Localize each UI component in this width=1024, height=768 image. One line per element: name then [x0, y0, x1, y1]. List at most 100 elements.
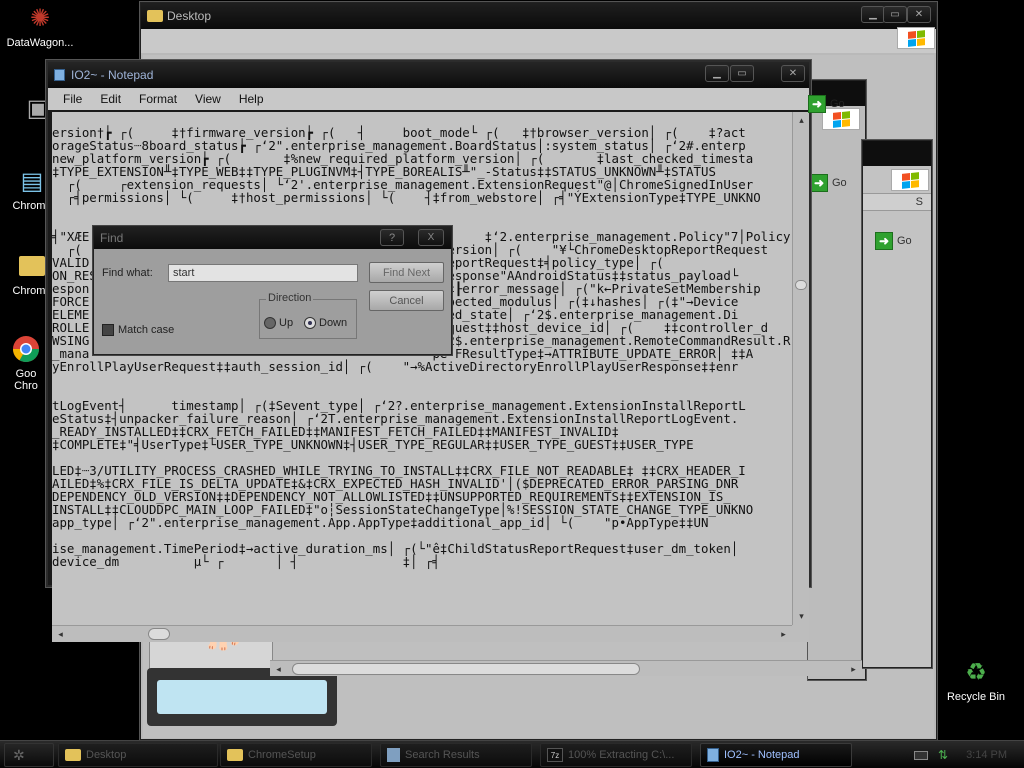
direction-group: Direction Up Down: [259, 292, 357, 339]
notepad-text-area[interactable]: ersion†┢ ┌( ‡†firmware_version┢ ┌( ┤ boo…: [52, 112, 792, 625]
taskbar-item-search-results[interactable]: Search Results: [380, 743, 532, 767]
down-label: Down: [319, 317, 348, 329]
match-case-checkbox[interactable]: Match case: [102, 324, 174, 336]
notepad-text-line: [52, 373, 792, 386]
cancel-button[interactable]: Cancel: [369, 290, 444, 311]
window-title: Desktop: [167, 9, 212, 23]
go-label: Go: [832, 177, 847, 189]
go-button-2[interactable]: ➜ Go: [810, 174, 847, 192]
notepad-vscrollbar[interactable]: ▴ ▾: [792, 112, 809, 625]
go-label: Go: [830, 98, 845, 110]
windows-logo-icon: [891, 169, 929, 191]
notepad-titlebar[interactable]: IO2~ - Notepad ▁ ▭ ✕: [48, 62, 809, 88]
windows-logo-icon: [897, 27, 935, 49]
taskbar-item-label: 100% Extracting C:\...: [568, 749, 675, 761]
menu-file[interactable]: File: [54, 92, 91, 106]
radio-selected-icon: [304, 317, 316, 329]
menu-format[interactable]: Format: [130, 92, 186, 106]
network-icon[interactable]: ⇅: [938, 748, 948, 762]
minimize-button[interactable]: ▁: [705, 65, 729, 82]
scrollbar-thumb[interactable]: [292, 663, 640, 675]
keyboard-icon[interactable]: [914, 750, 928, 760]
close-button[interactable]: ✕: [781, 65, 805, 82]
desktop-icon-datawagon[interactable]: ✺ DataWagon...: [2, 2, 78, 50]
background-window-3[interactable]: S ➜ Go: [862, 140, 932, 668]
notepad-text-line: yEnrollPlayUserRequest‡‡auth_session_id│…: [52, 359, 739, 374]
preview-screen-glass: [157, 680, 327, 714]
folder-icon: [16, 250, 48, 282]
taskbar-item-7zip-extract[interactable]: 7z 100% Extracting C:\...: [540, 743, 692, 767]
direction-label: Direction: [266, 292, 314, 304]
bg3-titlebar: [863, 141, 931, 166]
chrome-icon: [10, 333, 42, 365]
scroll-up-icon[interactable]: ▴: [793, 112, 810, 129]
go-button[interactable]: ➜ Go: [875, 232, 912, 250]
up-label: Up: [279, 317, 294, 329]
menu-help[interactable]: Help: [230, 92, 273, 106]
datawagon-icon: ✺: [29, 4, 51, 32]
notepad-icon: [707, 748, 719, 762]
folder-icon: [65, 749, 81, 761]
maximize-button[interactable]: ▭: [883, 6, 907, 23]
taskbar-item-label: IO2~ - Notepad: [724, 749, 800, 761]
size-grip[interactable]: [792, 625, 809, 642]
desktop-icon-label: DataWagon...: [6, 37, 74, 49]
desktop-icon-label: Goo Chro: [14, 368, 38, 392]
folder-icon: [227, 749, 243, 761]
notepad-text-line: ‡COMPLETE‡"╡UserType‡└USER_TYPE_UNKNOWN‡…: [52, 437, 694, 452]
scroll-left-icon[interactable]: ◂: [52, 626, 69, 643]
hscroll-thumb[interactable]: [148, 628, 170, 640]
bg3-address-bar: S: [863, 193, 931, 211]
go-label: Go: [897, 235, 912, 247]
notepad-menubar: File Edit Format View Help: [48, 88, 809, 110]
desktop-icon-recycle-bin[interactable]: ♻ Recycle Bin: [936, 656, 1016, 704]
go-button[interactable]: ➜ Go: [808, 95, 845, 113]
taskbar-item-desktop[interactable]: Desktop: [58, 743, 218, 767]
radio-unselected-icon: [264, 317, 276, 329]
direction-down-radio[interactable]: Down: [304, 317, 347, 329]
scroll-right-icon[interactable]: ▸: [775, 626, 792, 643]
direction-up-radio[interactable]: Up: [264, 317, 293, 329]
taskbar-item-notepad[interactable]: IO2~ - Notepad: [700, 743, 852, 767]
desktop-window-titlebar[interactable]: Desktop ▁ ▭ ✕: [141, 3, 936, 29]
taskbar-item-label: ChromeSetup: [248, 749, 316, 761]
close-button[interactable]: X: [418, 229, 444, 246]
start-orb-icon: ✲: [13, 746, 25, 763]
start-button[interactable]: ✲: [4, 743, 54, 767]
folder-icon: [147, 10, 163, 22]
maximize-button[interactable]: ▭: [730, 65, 754, 82]
menu-edit[interactable]: Edit: [91, 92, 130, 106]
minimize-button[interactable]: ▁: [861, 6, 885, 23]
find-next-button[interactable]: Find Next: [369, 262, 444, 283]
notepad-hscrollbar[interactable]: ◂ ▸: [52, 625, 792, 642]
help-button[interactable]: ?: [380, 229, 404, 246]
vscroll-thumb[interactable]: [795, 280, 807, 290]
system-tray: ⇅ 3:14 PM: [906, 743, 1022, 767]
clock[interactable]: 3:14 PM: [966, 749, 1007, 761]
taskbar-item-label: Desktop: [86, 749, 127, 761]
scroll-left-icon[interactable]: ◂: [270, 661, 287, 678]
notepad-title: IO2~ - Notepad: [71, 68, 154, 82]
taskbar-item-chromesetup[interactable]: ChromeSetup: [220, 743, 372, 767]
checkbox-icon: [102, 324, 114, 336]
find-dialog[interactable]: Find ? X Find what: start Find Next Canc…: [93, 226, 452, 355]
find-what-input[interactable]: start: [168, 264, 358, 282]
taskbar: ✲ Desktop ChromeSetup Search Results 7z …: [0, 740, 1024, 768]
background-window-2[interactable]: ➜ Go: [808, 80, 866, 680]
match-case-label: Match case: [118, 324, 175, 336]
background-hscrollbar[interactable]: ◂ ▸: [270, 660, 862, 676]
scroll-down-icon[interactable]: ▾: [793, 608, 810, 625]
7zip-icon: 7z: [547, 748, 563, 762]
find-dialog-title: Find: [100, 231, 124, 245]
find-what-label: Find what:: [102, 267, 153, 279]
notepad-icon: [54, 69, 65, 81]
scroll-right-icon[interactable]: ▸: [845, 661, 862, 678]
go-arrow-icon: ➜: [808, 95, 826, 113]
notepad-text-line: device_dm µ└ ┌ │ ┤ ‡│ ┌╡: [52, 554, 440, 569]
find-dialog-titlebar[interactable]: Find ? X: [94, 227, 451, 249]
search-preview-screen: [147, 668, 337, 726]
desktop-window-menubar: [141, 29, 936, 53]
taskbar-item-label: Search Results: [405, 749, 480, 761]
menu-view[interactable]: View: [186, 92, 230, 106]
close-button[interactable]: ✕: [907, 6, 931, 23]
